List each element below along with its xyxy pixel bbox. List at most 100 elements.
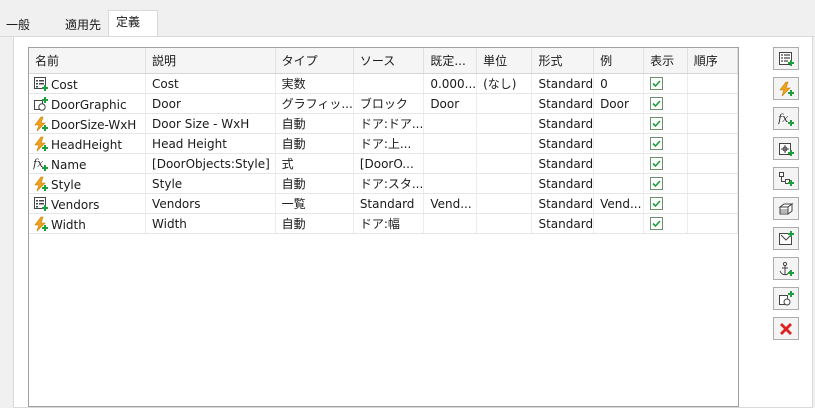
cell-visible[interactable] — [643, 173, 688, 194]
cell-description[interactable]: Vendors — [145, 193, 276, 214]
cell-default[interactable] — [423, 153, 478, 174]
cell-default[interactable] — [423, 113, 478, 134]
table-row[interactable]: Style Style 自動 ドア:スタ... Standard — [29, 173, 739, 194]
cell-example[interactable]: Vend... — [593, 193, 645, 214]
visible-checkbox[interactable] — [650, 136, 664, 150]
column-header-name[interactable]: 名前 — [29, 48, 147, 74]
cell-description[interactable]: Width — [145, 213, 276, 234]
visible-checkbox[interactable] — [650, 156, 664, 170]
cell-unit[interactable] — [476, 113, 533, 134]
add-list-definition-button[interactable] — [773, 47, 799, 70]
add-graphic-property-button[interactable] — [773, 227, 799, 250]
table-row[interactable]: Width Width 自動 ドア:幅 Standard — [29, 213, 739, 234]
cell-description[interactable]: Door — [145, 93, 276, 114]
column-header-unit[interactable]: 単位 — [476, 48, 533, 74]
cell-visible[interactable] — [643, 153, 688, 174]
cell-default[interactable]: 0.000... — [423, 73, 478, 94]
cell-description[interactable]: Cost — [145, 73, 276, 94]
cell-default[interactable]: Door — [423, 93, 478, 114]
cell-default[interactable]: Vend... — [423, 193, 478, 214]
cell-format[interactable]: Standard — [531, 113, 595, 134]
cell-visible[interactable] — [643, 73, 688, 94]
cell-unit[interactable] — [476, 133, 533, 154]
cell-source[interactable]: [DoorO... — [353, 153, 425, 174]
add-location-property-button[interactable] — [773, 137, 799, 160]
cell-description[interactable]: Door Size - WxH — [145, 113, 276, 134]
column-header-example[interactable]: 例 — [593, 48, 645, 74]
cell-order[interactable] — [687, 73, 739, 94]
cell-name[interactable]: Cost — [29, 73, 147, 94]
cell-example[interactable] — [593, 113, 645, 134]
add-material-property-button[interactable] — [773, 197, 799, 220]
cell-type[interactable]: 自動 — [275, 113, 354, 134]
add-classification-property-button[interactable] — [773, 167, 799, 190]
column-header-format[interactable]: 形式 — [531, 48, 595, 74]
cell-default[interactable] — [423, 133, 478, 154]
add-anchor-property-button[interactable] — [773, 257, 799, 280]
cell-order[interactable] — [687, 113, 739, 134]
cell-type[interactable]: 自動 — [275, 213, 354, 234]
column-header-source[interactable]: ソース — [353, 48, 425, 74]
table-row[interactable]: DoorGraphic Door グラフィッ... ブロック Door Standard D… — [29, 93, 739, 114]
tab-general[interactable]: 一般 — [0, 14, 56, 36]
cell-source[interactable]: Standard — [353, 193, 425, 214]
cell-unit[interactable] — [476, 193, 533, 214]
cell-type[interactable]: グラフィッ... — [275, 93, 354, 114]
cell-format[interactable]: Standard — [531, 153, 595, 174]
table-row[interactable]: DoorSize-WxH Door Size - WxH 自動 ドア:ドア... Sta… — [29, 113, 739, 134]
cell-format[interactable]: Standard — [531, 193, 595, 214]
cell-type[interactable]: 式 — [275, 153, 354, 174]
visible-checkbox[interactable] — [650, 116, 664, 130]
cell-unit[interactable]: (なし) — [476, 73, 533, 94]
cell-name[interactable]: Style — [29, 173, 147, 194]
delete-property-button[interactable] — [773, 317, 799, 340]
cell-type[interactable]: 自動 — [275, 173, 354, 194]
visible-checkbox[interactable] — [650, 176, 664, 190]
column-header-order[interactable]: 順序 — [687, 48, 739, 74]
tab-applies-to[interactable]: 適用先 — [57, 14, 107, 36]
cell-description[interactable]: [DoorObjects:Style] — [145, 153, 276, 174]
cell-source[interactable]: ドア:上... — [353, 133, 425, 154]
cell-format[interactable]: Standard — [531, 133, 595, 154]
cell-type[interactable]: 実数 — [275, 73, 354, 94]
cell-visible[interactable] — [643, 93, 688, 114]
cell-name[interactable]: DoorSize-WxH — [29, 113, 147, 134]
cell-source[interactable]: ドア:幅 — [353, 213, 425, 234]
add-block-property-button[interactable] — [773, 287, 799, 310]
cell-source[interactable]: ブロック — [353, 93, 425, 114]
cell-unit[interactable] — [476, 153, 533, 174]
table-row[interactable]: Vendors Vendors 一覧 Standard Vend... Standard V… — [29, 193, 739, 214]
cell-name[interactable]: HeadHeight — [29, 133, 147, 154]
cell-example[interactable] — [593, 133, 645, 154]
column-header-description[interactable]: 説明 — [145, 48, 276, 74]
table-row[interactable]: HeadHeight Head Height 自動 ドア:上... Standard — [29, 133, 739, 154]
add-automatic-property-button[interactable] — [773, 77, 799, 100]
table-row[interactable]: fx Name [DoorObjects:Style] 式 [DoorO... Stand… — [29, 153, 739, 174]
cell-name[interactable]: Width — [29, 213, 147, 234]
cell-visible[interactable] — [643, 133, 688, 154]
cell-order[interactable] — [687, 193, 739, 214]
cell-visible[interactable] — [643, 113, 688, 134]
cell-example[interactable] — [593, 213, 645, 234]
cell-visible[interactable] — [643, 193, 688, 214]
cell-order[interactable] — [687, 213, 739, 234]
cell-format[interactable]: Standard — [531, 93, 595, 114]
cell-source[interactable]: ドア:スタ... — [353, 173, 425, 194]
cell-default[interactable] — [423, 173, 478, 194]
column-header-visible[interactable]: 表示 — [643, 48, 688, 74]
cell-unit[interactable] — [476, 213, 533, 234]
cell-name[interactable]: Vendors — [29, 193, 147, 214]
cell-type[interactable]: 自動 — [275, 133, 354, 154]
cell-format[interactable]: Standard — [531, 173, 595, 194]
add-formula-property-button[interactable]: fx — [773, 107, 799, 130]
cell-order[interactable] — [687, 153, 739, 174]
cell-name[interactable]: fx Name — [29, 153, 147, 174]
column-header-default[interactable]: 既定... — [423, 48, 478, 74]
visible-checkbox[interactable] — [650, 216, 664, 230]
cell-description[interactable]: Head Height — [145, 133, 276, 154]
table-row[interactable]: Cost Cost 実数 0.000... (なし) Standard 0 — [29, 73, 739, 94]
cell-name[interactable]: DoorGraphic — [29, 93, 147, 114]
cell-example[interactable]: 0 — [593, 73, 645, 94]
cell-default[interactable] — [423, 213, 478, 234]
tab-definition[interactable]: 定義 — [108, 10, 158, 37]
